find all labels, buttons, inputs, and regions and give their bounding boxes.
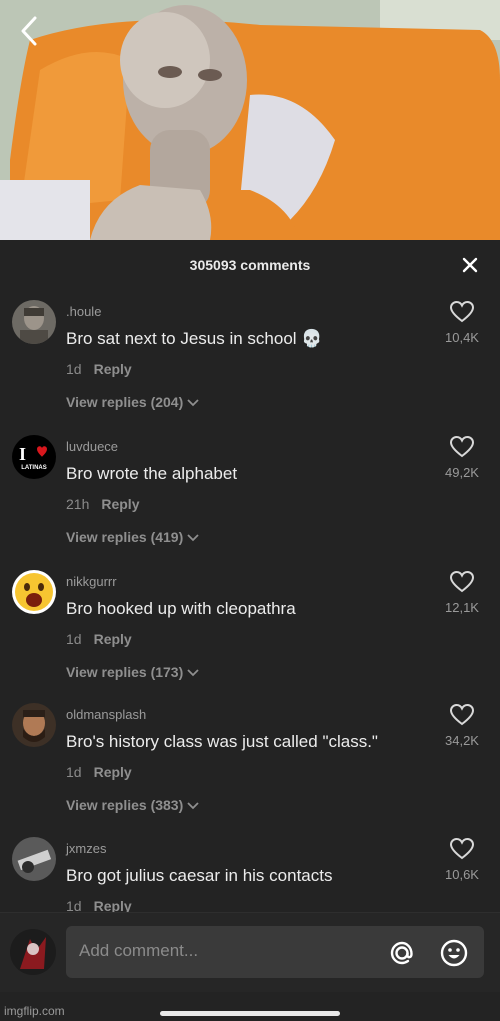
my-avatar xyxy=(10,929,56,975)
comment-item: I LATINAS luvduece Bro wrote the alphabe… xyxy=(0,435,500,565)
close-icon xyxy=(462,257,478,273)
chevron-down-icon xyxy=(187,797,199,813)
like-count: 12,1K xyxy=(445,600,479,615)
comment-text: Bro wrote the alphabet xyxy=(66,464,238,483)
comments-sheet: 305093 comments .houle Bro sat next to J… xyxy=(0,240,500,1021)
like-count: 49,2K xyxy=(445,465,479,480)
heart-icon xyxy=(449,300,475,323)
video-player[interactable] xyxy=(0,0,500,240)
comment-input-placeholder: Add comment... xyxy=(79,941,199,960)
comment-time: 1d xyxy=(66,361,82,377)
avatar-text: LATINAS xyxy=(21,465,47,471)
comment-input-bar: Add comment... xyxy=(0,912,500,992)
close-button[interactable] xyxy=(458,253,482,277)
chevron-down-icon xyxy=(187,529,199,545)
chevron-down-icon xyxy=(187,664,199,680)
view-replies-label: View replies (419) xyxy=(66,529,184,545)
heart-icon xyxy=(449,435,475,458)
chevron-down-icon xyxy=(187,394,199,410)
comments-count-title: 305093 comments xyxy=(189,257,311,273)
reply-button[interactable]: Reply xyxy=(94,764,132,780)
avatar[interactable]: I LATINAS xyxy=(12,435,56,479)
view-replies-button[interactable]: View replies (173) xyxy=(66,664,199,680)
view-replies-label: View replies (204) xyxy=(66,394,184,410)
watermark: imgflip.com xyxy=(4,1004,65,1018)
view-replies-label: View replies (173) xyxy=(66,664,184,680)
chevron-left-icon xyxy=(21,16,37,46)
svg-text:I: I xyxy=(19,444,26,464)
comment-item: .houle Bro sat next to Jesus in school 💀… xyxy=(0,300,500,430)
like-button[interactable]: 34,2K xyxy=(436,703,488,748)
avatar[interactable] xyxy=(12,300,56,344)
view-replies-button[interactable]: View replies (204) xyxy=(66,394,199,410)
comment-time: 21h xyxy=(66,496,90,512)
comment-meta: 1d Reply xyxy=(66,361,132,377)
heart-icon xyxy=(449,570,475,593)
comments-header: 305093 comments xyxy=(0,240,500,290)
view-replies-button[interactable]: View replies (383) xyxy=(66,797,199,813)
like-button[interactable]: 10,4K xyxy=(436,300,488,345)
reply-button[interactable]: Reply xyxy=(94,361,132,377)
emoji-button[interactable] xyxy=(438,937,470,969)
like-count: 10,4K xyxy=(445,330,479,345)
home-indicator xyxy=(160,1011,340,1016)
view-replies-button[interactable]: View replies (419) xyxy=(66,529,199,545)
video-frame xyxy=(0,0,500,240)
comment-username[interactable]: nikkgurrr xyxy=(66,574,117,589)
avatar[interactable] xyxy=(12,703,56,747)
comment-input[interactable]: Add comment... xyxy=(66,926,484,978)
like-count: 10,6K xyxy=(445,867,479,882)
comment-item: oldmansplash Bro's history class was jus… xyxy=(0,703,500,833)
back-button[interactable] xyxy=(16,14,42,48)
comment-text: Bro sat next to Jesus in school 💀 xyxy=(66,329,323,348)
heart-icon xyxy=(449,837,475,860)
comment-text: Bro hooked up with cleopathra xyxy=(66,599,296,618)
avatar[interactable] xyxy=(12,837,56,881)
reply-button[interactable]: Reply xyxy=(94,631,132,647)
comment-time: 1d xyxy=(66,631,82,647)
smiley-icon xyxy=(440,939,468,967)
reply-button[interactable]: Reply xyxy=(101,496,139,512)
comment-username[interactable]: jxmzes xyxy=(66,841,106,856)
comment-meta: 1d Reply xyxy=(66,764,132,780)
comment-text: Bro got julius caesar in his contacts xyxy=(66,866,333,885)
mention-button[interactable] xyxy=(386,937,418,969)
comment-username[interactable]: oldmansplash xyxy=(66,707,146,722)
like-button[interactable]: 49,2K xyxy=(436,435,488,480)
like-button[interactable]: 10,6K xyxy=(436,837,488,882)
comment-meta: 21h Reply xyxy=(66,496,139,512)
like-button[interactable]: 12,1K xyxy=(436,570,488,615)
comment-text: Bro's history class was just called "cla… xyxy=(66,732,378,751)
comment-time: 1d xyxy=(66,764,82,780)
comment-username[interactable]: luvduece xyxy=(66,439,118,454)
like-count: 34,2K xyxy=(445,733,479,748)
avatar[interactable] xyxy=(12,570,56,614)
at-icon xyxy=(390,941,413,965)
comment-item: nikkgurrr Bro hooked up with cleopathra … xyxy=(0,570,500,700)
view-replies-label: View replies (383) xyxy=(66,797,184,813)
comment-meta: 1d Reply xyxy=(66,631,132,647)
heart-icon xyxy=(449,703,475,726)
comment-username[interactable]: .houle xyxy=(66,304,101,319)
